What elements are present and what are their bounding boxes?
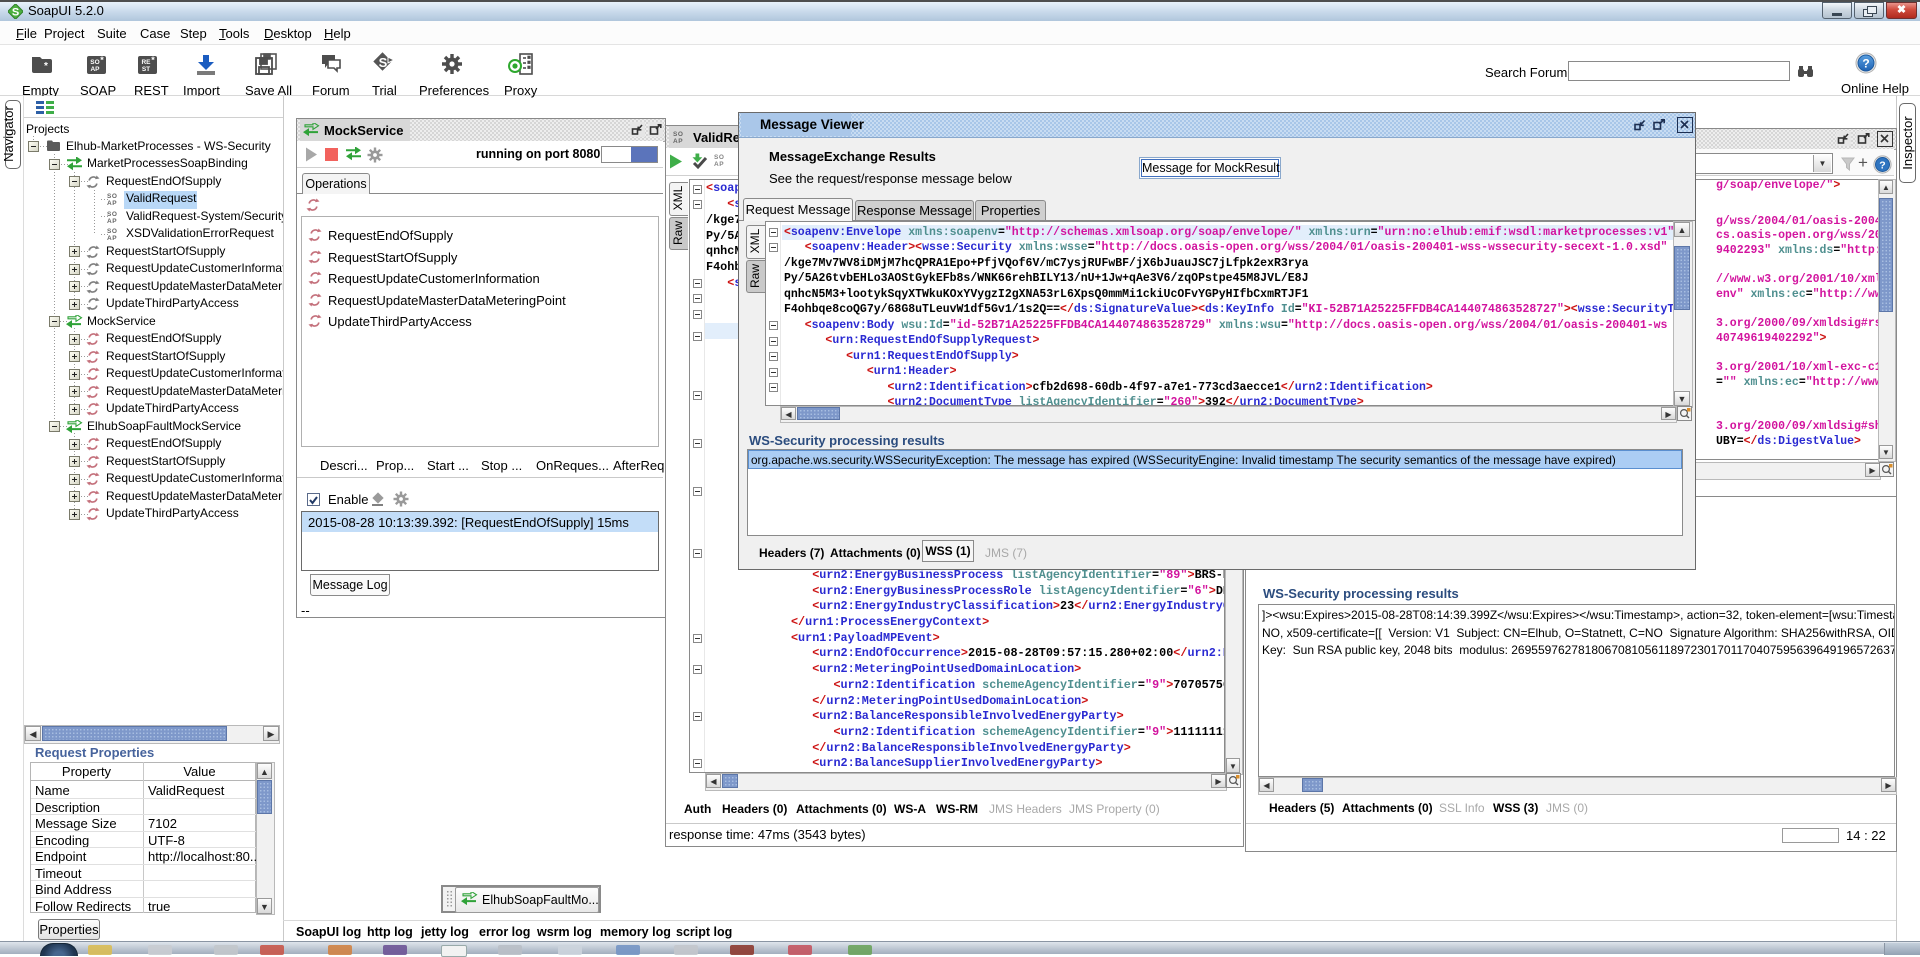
svg-text:*: * [151,55,155,65]
svg-text:SO: SO [90,59,99,66]
svg-text:RE: RE [141,59,151,66]
svg-text:S: S [12,7,19,19]
svg-text:*: * [100,55,104,65]
svg-text:ST: ST [142,66,150,73]
svg-text:?: ? [1879,160,1885,172]
svg-text:AP: AP [90,66,100,73]
svg-text:*: * [44,61,48,72]
svg-text:?: ? [1862,57,1869,71]
svg-text:S: S [379,55,388,70]
